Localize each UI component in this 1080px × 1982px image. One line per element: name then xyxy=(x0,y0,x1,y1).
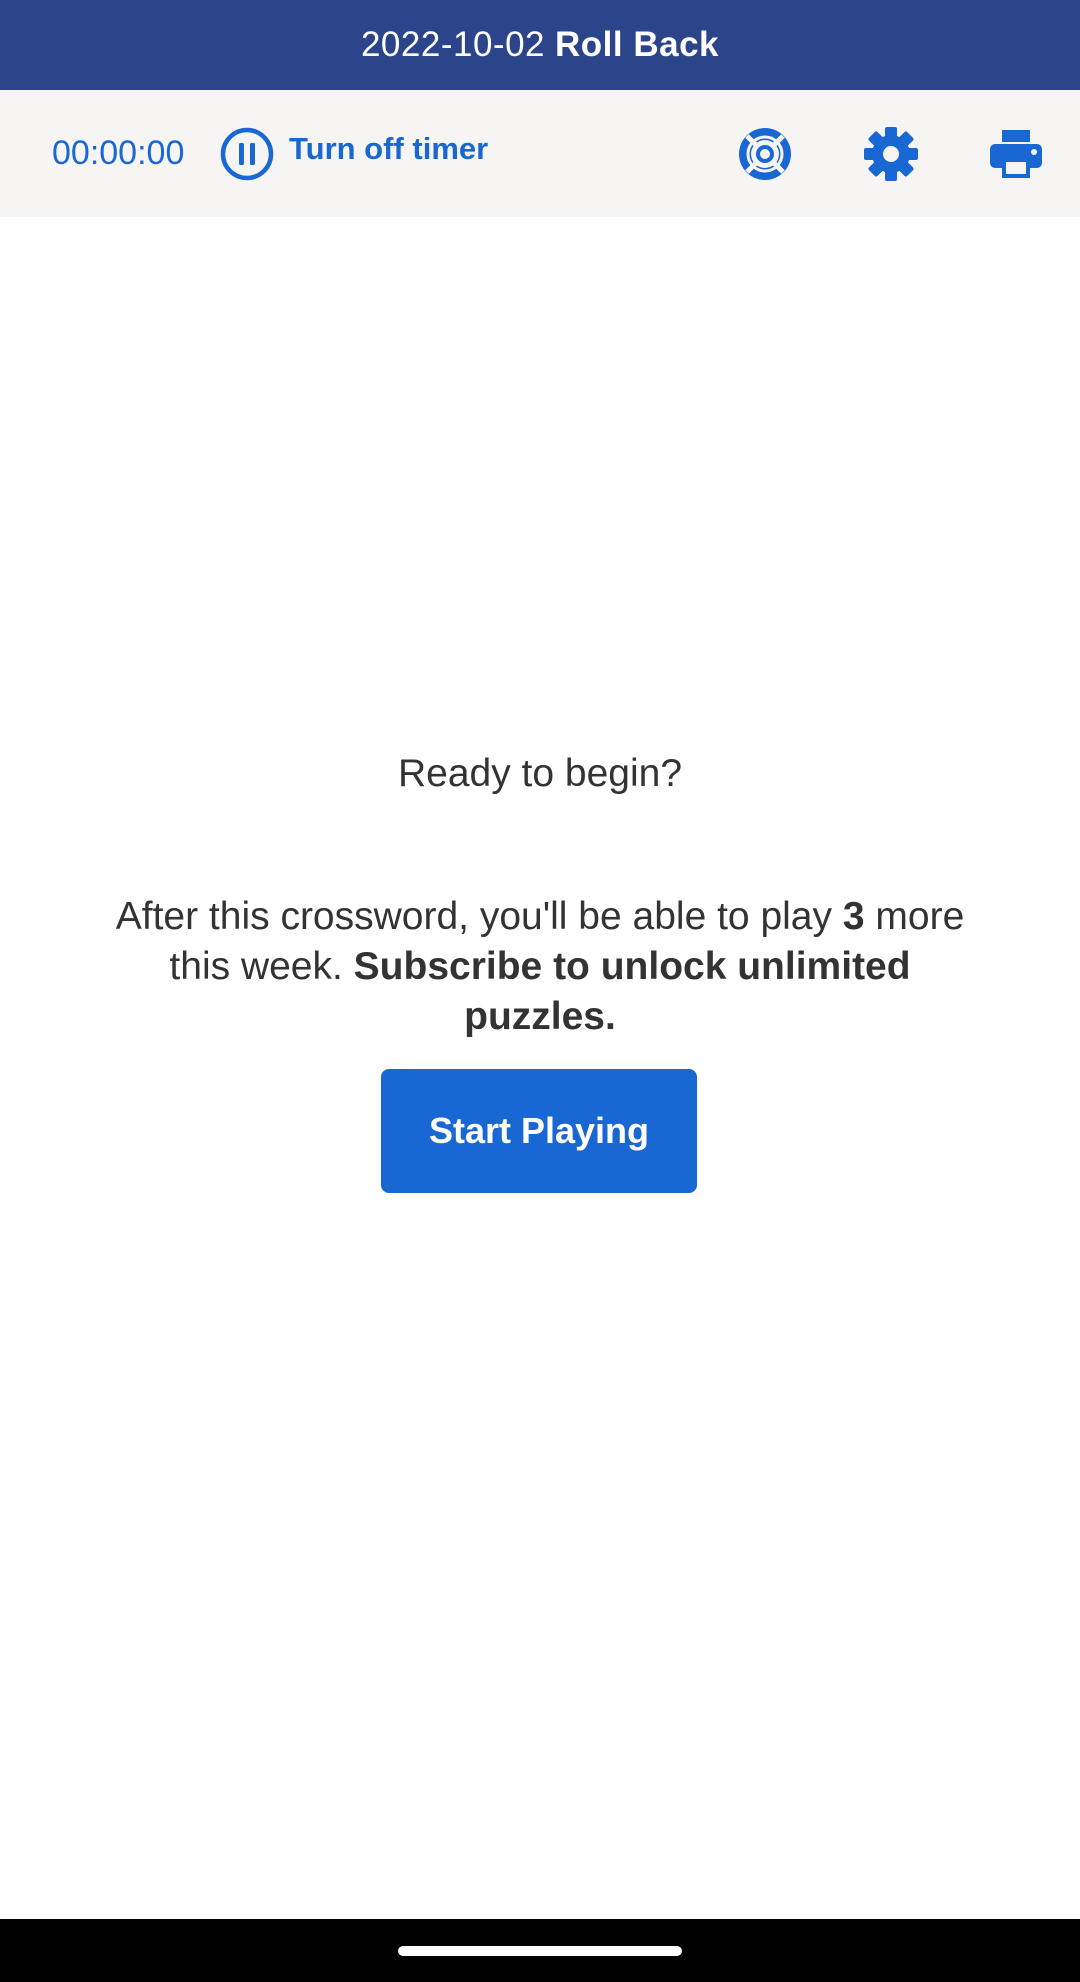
printer-icon xyxy=(990,130,1042,178)
settings-button[interactable] xyxy=(863,126,919,182)
gear-icon xyxy=(864,127,918,181)
timer-display: 00:00:00 xyxy=(52,134,185,172)
home-indicator[interactable] xyxy=(398,1946,682,1956)
info-text-part1: After this crossword, you'll be able to … xyxy=(115,895,833,938)
pause-timer-button[interactable] xyxy=(219,126,275,182)
remaining-count: 3 xyxy=(842,895,865,938)
remaining-puzzles-message: After this crossword, you'll be able to … xyxy=(95,892,985,1042)
subscribe-text: Subscribe to unlock unlimited puzzles. xyxy=(353,945,911,1038)
lifebuoy-help-icon xyxy=(739,128,791,180)
crossword-app: 2022-10-02 Roll Back 00:00:00 Turn off t… xyxy=(0,0,1080,1982)
print-button[interactable] xyxy=(988,126,1044,182)
start-playing-button[interactable]: Start Playing xyxy=(381,1069,697,1193)
help-button[interactable] xyxy=(737,126,793,182)
puzzle-date: 2022-10-02 xyxy=(360,25,546,64)
pause-circle-icon xyxy=(220,127,274,181)
turn-off-timer-button[interactable]: Turn off timer xyxy=(289,90,488,207)
system-navigation-bar xyxy=(0,1919,1080,1982)
ready-prompt: Ready to begin? xyxy=(397,752,683,795)
puzzle-name: Roll Back xyxy=(555,25,720,64)
title-bar: 2022-10-02 Roll Back xyxy=(0,0,1080,90)
